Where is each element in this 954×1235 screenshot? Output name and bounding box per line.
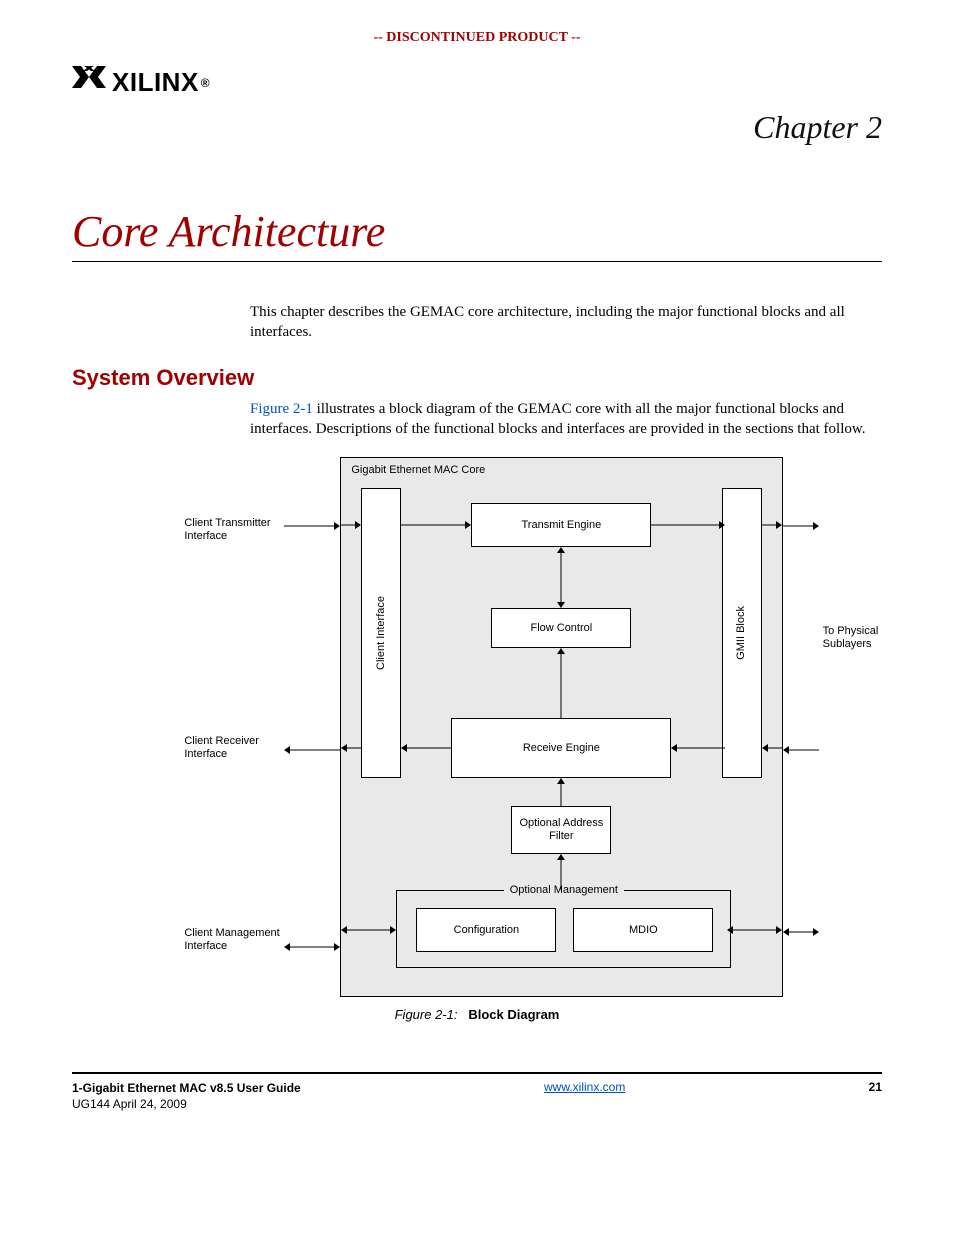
arrow-icon [401,520,471,530]
overview-text: Figure 2-1 illustrates a block diagram o… [72,399,882,440]
block-mdio: MDIO [573,908,713,952]
block-receive-engine: Receive Engine [451,718,671,778]
footer-doc-title: 1-Gigabit Ethernet MAC v8.5 User Guide [72,1081,301,1095]
arrow-icon [554,854,568,890]
logo-row: XILINX ® [72,66,882,99]
arrow-icon [783,745,819,755]
page-footer: 1-Gigabit Ethernet MAC v8.5 User Guide U… [72,1072,882,1112]
figure-caption: Figure 2-1: Block Diagram [72,1007,882,1022]
arrow-icon [341,923,396,937]
arrow-icon [284,745,340,755]
block-flow-control: Flow Control [491,608,631,648]
arrow-icon [554,778,568,806]
label-physical-sublayers: To Physical Sublayers [823,625,903,650]
block-configuration: Configuration [416,908,556,952]
figure-reference-link[interactable]: Figure 2-1 [250,401,313,417]
label-client-tx: Client Transmitter Interface [184,517,284,542]
arrow-icon [341,520,361,530]
arrow-icon [401,743,451,753]
block-transmit-engine: Transmit Engine [471,503,651,547]
label-client-rx: Client Receiver Interface [184,735,284,760]
arrow-icon [651,520,725,530]
figure-caption-number: Figure 2-1: [395,1007,458,1022]
footer-doc-sub: UG144 April 24, 2009 [72,1097,187,1111]
arrow-icon [554,547,568,608]
section-system-overview: System Overview [72,365,882,391]
arrow-icon [783,521,819,531]
block-gmii: GMII Block [722,488,762,778]
block-diagram: Client Transmitter Interface Client Rece… [72,457,882,997]
xilinx-logo-icon [72,66,106,99]
arrow-icon [284,940,340,954]
xilinx-logo: XILINX ® [72,66,210,99]
registered-icon: ® [201,76,210,90]
core-box: Gigabit Ethernet MAC Core Client Interfa… [340,457,782,997]
figure-caption-label: Block Diagram [468,1007,559,1022]
arrow-icon [762,743,782,753]
chapter-title: Core Architecture [72,206,882,257]
arrow-icon [554,648,568,718]
footer-url-link[interactable]: www.xilinx.com [544,1080,625,1094]
core-title: Gigabit Ethernet MAC Core [351,464,485,476]
arrow-icon [783,925,819,939]
title-rule [72,261,882,262]
label-client-mgmt: Client Management Interface [184,927,284,952]
page-number: 21 [869,1080,882,1094]
block-address-filter: Optional Address Filter [511,806,611,854]
arrow-icon [727,923,782,937]
chapter-label: Chapter 2 [72,109,882,146]
intro-text: This chapter describes the GEMAC core ar… [72,302,882,343]
overview-rest: illustrates a block diagram of the GEMAC… [250,401,866,437]
block-client-interface: Client Interface [361,488,401,778]
arrow-icon [341,743,361,753]
discontinued-banner: -- DISCONTINUED PRODUCT -- [72,30,882,46]
arrow-icon [762,520,782,530]
arrow-icon [284,521,340,531]
arrow-icon [671,743,725,753]
logo-text: XILINX [112,67,199,98]
